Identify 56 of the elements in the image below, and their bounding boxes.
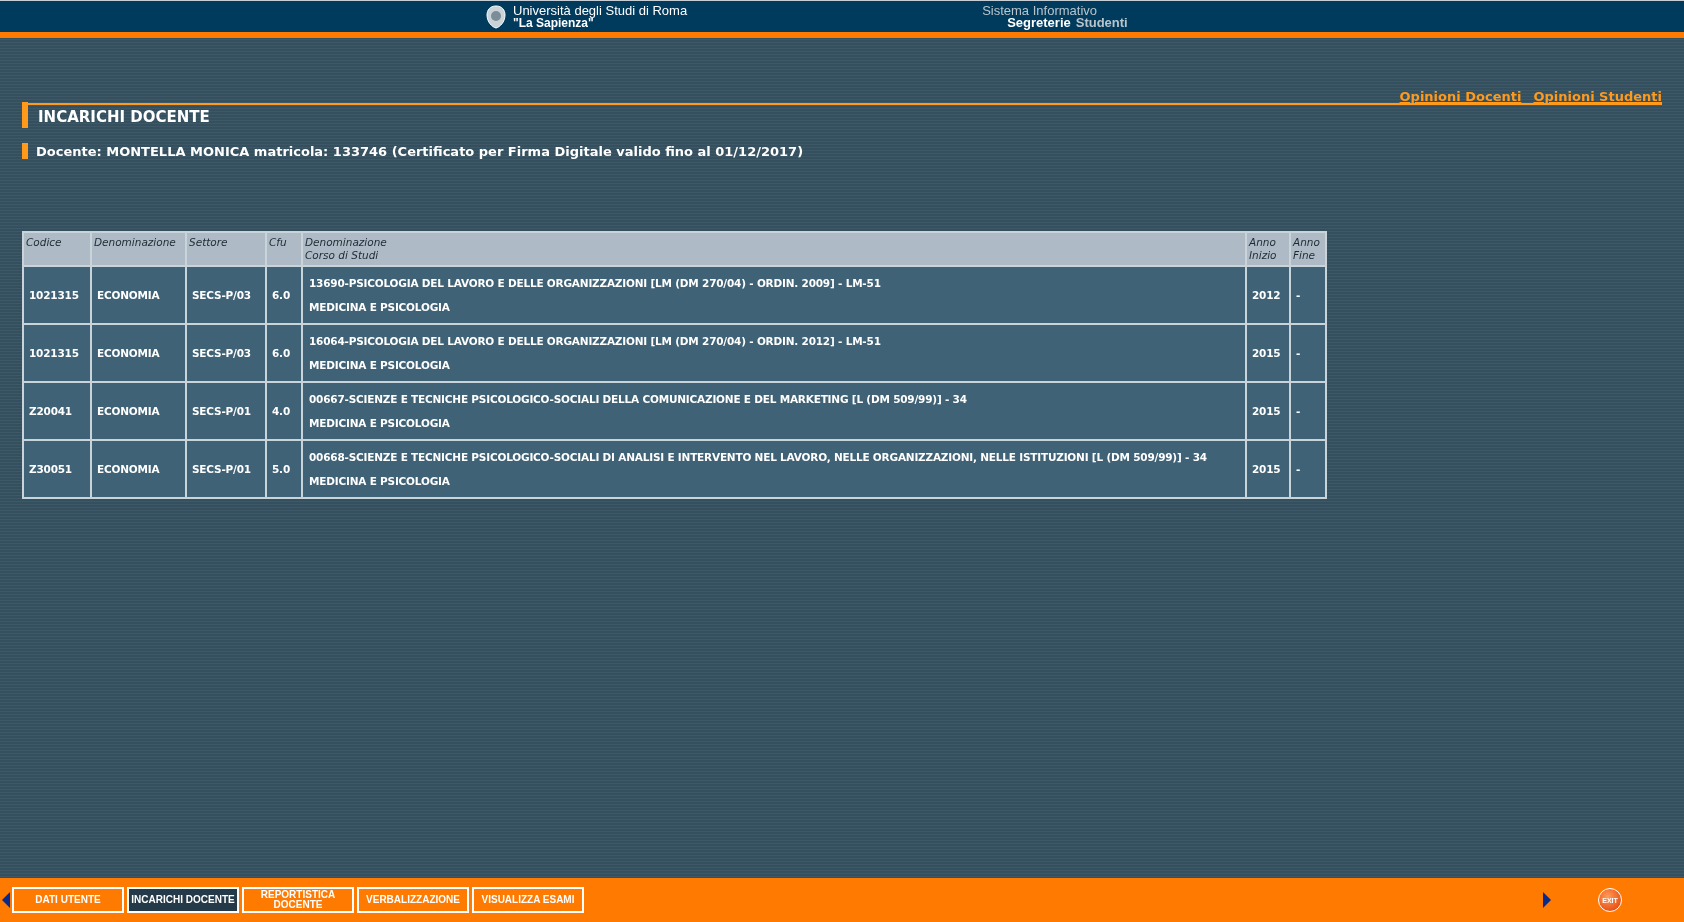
docente-info: Docente: MONTELLA MONICA matricola: 133746 (Certificato per Firma Digitale valido fino al 01/12/2017)	[36, 143, 804, 159]
table-cell: -	[1290, 266, 1326, 324]
page-title: INCARICHI DOCENTE	[37, 107, 211, 128]
table-cell: 1021315	[23, 266, 91, 324]
table-cell: SECS-P/03	[186, 324, 266, 382]
table-cell: -	[1290, 324, 1326, 382]
nav-button[interactable]: REPORTISTICA DOCENTE	[242, 887, 354, 913]
table-cell: 2015	[1246, 324, 1290, 382]
system-section: Segreterie	[1007, 16, 1071, 29]
top-link[interactable]: Opinioni Docenti	[1399, 89, 1522, 104]
table-cell: -	[1290, 382, 1326, 440]
table-cell: 6.0	[266, 324, 302, 382]
course-name: 00668-SCIENZE E TECNICHE PSICOLOGICO-SOCIALI DI ANALISI E INTERVENTO NEL LAVORO, NELLE ORGANIZZAZIONI, NELLE ISTITUZIONI [L (DM 509/99)] - 34	[309, 450, 1208, 464]
table-cell: Z20041	[23, 382, 91, 440]
course-name: 13690-PSICOLOGIA DEL LAVORO E DELLE ORGANIZZAZIONI [LM (DM 270/04) - ORDIN. 2009] - LM-51	[309, 276, 882, 290]
nav-button[interactable]: VERBALIZZAZIONE	[357, 887, 469, 913]
course-name: 00667-SCIENZE E TECNICHE PSICOLOGICO-SOCIALI DELLA COMUNICAZIONE E DEL MARKETING [L (DM 509/99)] - 34	[309, 392, 968, 406]
nav-button[interactable]: INCARICHI DOCENTE	[127, 887, 239, 913]
table-cell: SECS-P/01	[186, 382, 266, 440]
table-cell: 1021315	[23, 324, 91, 382]
table-cell: 5.0	[266, 440, 302, 498]
table-cell: 4.0	[266, 382, 302, 440]
nav-button[interactable]: VISUALIZZA ESAMI	[472, 887, 584, 913]
table-cell: 2015	[1246, 382, 1290, 440]
faculty-name: MEDICINA E PSICOLOGIA	[309, 300, 451, 314]
faculty-name: MEDICINA E PSICOLOGIA	[309, 358, 451, 372]
table-cell: SECS-P/01	[186, 440, 266, 498]
right-arrow-icon[interactable]	[1543, 892, 1551, 908]
table-cell: 6.0	[266, 266, 302, 324]
faculty-name: MEDICINA E PSICOLOGIA	[309, 474, 451, 488]
column-header: Cfu	[266, 232, 302, 266]
column-header: Settore	[186, 232, 266, 266]
top-link[interactable]: Opinioni Studenti	[1533, 89, 1662, 104]
column-header: Codice	[23, 232, 91, 266]
table-cell: ECONOMIA	[91, 440, 186, 498]
column-header: Denominazione	[91, 232, 186, 266]
table-cell: 2012	[1246, 266, 1290, 324]
system-section-suffix: Studenti	[1075, 16, 1128, 29]
info-marker	[22, 143, 28, 159]
university-name: Università degli Studi di Roma	[513, 4, 688, 17]
crest-icon	[485, 4, 507, 29]
table-cell: ECONOMIA	[91, 382, 186, 440]
faculty-name: MEDICINA E PSICOLOGIA	[309, 416, 451, 430]
left-arrow-icon[interactable]	[2, 892, 10, 908]
table-cell: ECONOMIA	[91, 324, 186, 382]
course-name: 16064-PSICOLOGIA DEL LAVORO E DELLE ORGANIZZAZIONI [LM (DM 270/04) - ORDIN. 2012] - LM-51	[309, 334, 882, 348]
table-cell: ECONOMIA	[91, 266, 186, 324]
nav-button[interactable]: DATI UTENTE	[12, 887, 124, 913]
column-header: Anno Fine	[1290, 232, 1326, 266]
column-header: Denominazione Corso di Studi	[302, 232, 1246, 266]
table-cell: Z30051	[23, 440, 91, 498]
table-cell: -	[1290, 440, 1326, 498]
column-header: Anno Inizio	[1246, 232, 1290, 266]
table-cell: SECS-P/03	[186, 266, 266, 324]
system-name: Sistema Informativo	[982, 4, 1098, 17]
table-cell: 2015	[1246, 440, 1290, 498]
